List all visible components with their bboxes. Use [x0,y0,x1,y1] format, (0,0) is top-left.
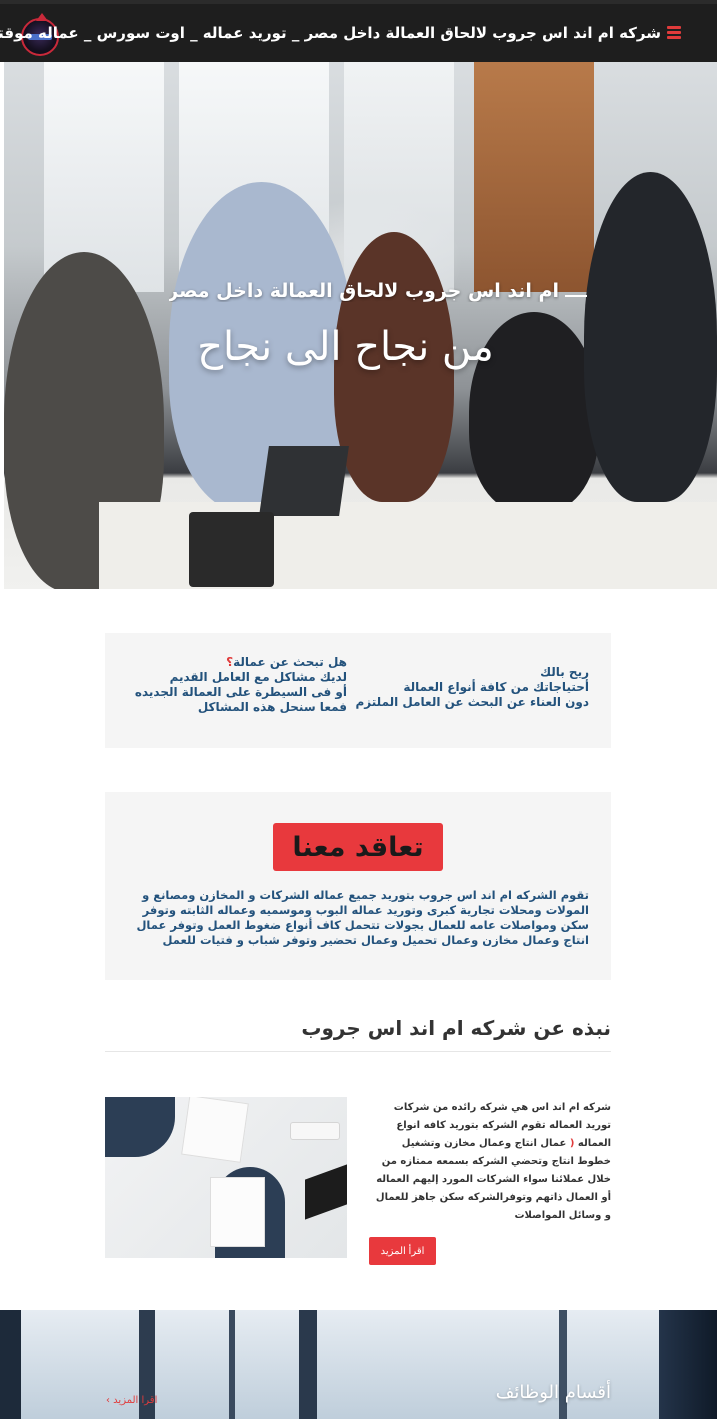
jobs-building-column [230,1310,236,1419]
info-line: ريح بالك [541,665,590,679]
hero-pen-holder [190,512,275,587]
about-text-part: عمال انتاج وعمال مخازن وتشغيل خطوط انتاج… [376,1138,612,1221]
contract-us-button[interactable]: تعاقد معنا [274,823,444,871]
jobs-section-title: أقسام الوظائف [496,1382,612,1403]
menu-bar [668,31,682,34]
hero-wood-panel [475,62,595,292]
hero-title: من نجاح الى نجاح [198,324,495,370]
info-line: فمعا سنحل هذه المشاكل [198,700,348,714]
jobs-building-column [660,1310,718,1419]
about-image-paper [182,1097,250,1163]
info-line: أو فى السيطرة على العمالة الجديده [135,685,348,699]
info-left-column: هل تبحث عن عمالة؟ لديك مشاكل مع العامل ا… [136,655,348,715]
about-title: نبذه عن شركه ام اند اس جروب [302,1016,612,1040]
top-navbar: شركه ام اند اس جروب لالحاق العمالة داخل … [0,0,718,62]
about-text: شركه ام اند اس هي شركه رائده من شركات تو… [368,1099,612,1225]
info-box: ريح بالك أحتياجاتك من كافة أنواع العمالة… [106,633,612,748]
about-image-person [106,1097,176,1157]
contract-section: تعاقد معنا تقوم الشركه ام اند اس جروب بت… [106,792,612,980]
about-image-paper [211,1177,266,1247]
info-question-text: هل تبحث عن عمالة [234,655,348,669]
hero-laptop [260,446,350,516]
menu-bar [668,36,682,39]
info-line: دون العناء عن البحث عن العامل الملتزم [356,695,590,709]
about-image-keyboard [291,1122,341,1140]
info-right-column: ريح بالك أحتياجاتك من كافة أنواع العمالة… [357,665,590,710]
jobs-building-column [300,1310,318,1419]
info-question: هل تبحث عن عمالة؟ [136,655,348,670]
about-image-tablet [306,1164,348,1220]
about-image [106,1097,348,1258]
page: شركه ام اند اس جروب لالحاق العمالة داخل … [0,0,718,1419]
info-line: أحتياجاتك من كافة أنواع العمالة [404,680,590,694]
about-divider [106,1051,612,1052]
hero-accent-line [566,295,588,297]
jobs-read-more-link[interactable]: اقرا المزيد › [107,1395,158,1406]
hamburger-menu-icon[interactable] [668,26,682,39]
site-title[interactable]: شركه ام اند اس جروب لالحاق العمالة داخل … [0,24,662,42]
about-text-accent: ( [567,1138,579,1149]
hero-banner: ام اند اس جروب لالحاق العمالة داخل مصر م… [5,62,718,589]
read-more-button[interactable]: اقرأ المزيد [370,1237,437,1265]
jobs-building-column [0,1310,22,1419]
contract-description: تقوم الشركه ام اند اس جروب بتوريد جميع ع… [137,888,590,947]
info-line: لديك مشاكل مع العامل القديم [170,670,348,684]
hero-subtitle: ام اند اس جروب لالحاق العمالة داخل مصر [170,280,560,302]
menu-bar [668,26,682,29]
